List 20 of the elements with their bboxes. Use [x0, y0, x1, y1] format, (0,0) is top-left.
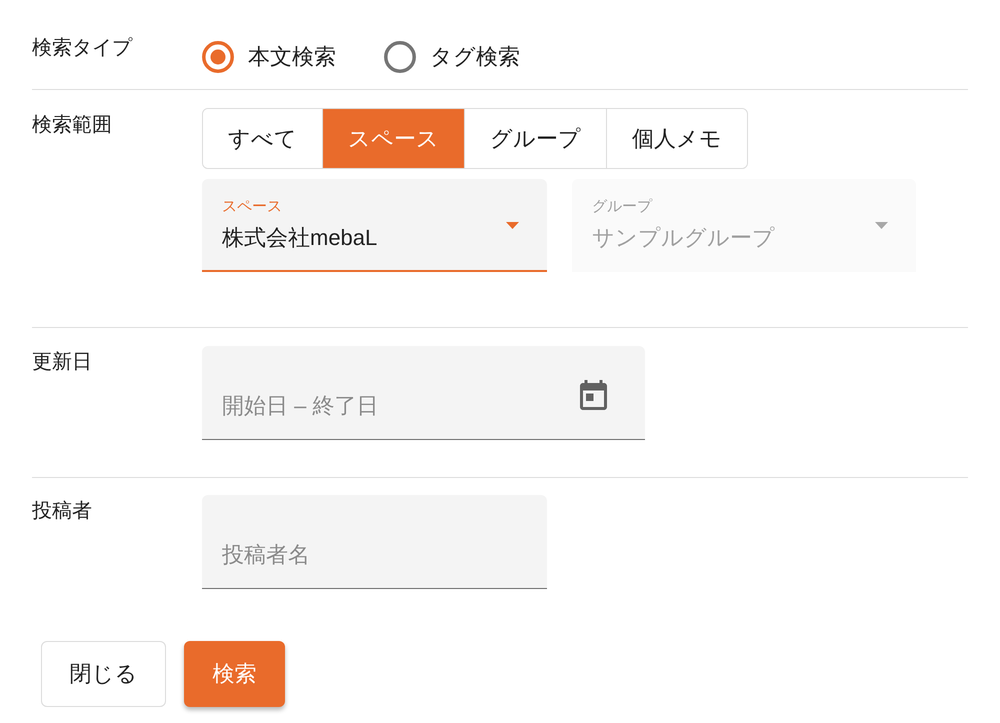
- close-button[interactable]: 閉じる: [41, 641, 166, 707]
- caret-icon: [506, 222, 519, 229]
- radio-option[interactable]: タグ検索: [384, 41, 520, 73]
- row-label: 更新日: [32, 350, 92, 375]
- row-label: 検索範囲: [32, 113, 112, 138]
- text-field[interactable]: 投稿者名: [202, 495, 547, 589]
- caret-icon: [875, 222, 888, 229]
- field-label: スペース: [222, 197, 282, 217]
- field-label: グループ: [592, 197, 652, 217]
- toggle-button[interactable]: 個人メモ: [606, 109, 747, 168]
- row-label: 投稿者: [32, 499, 92, 524]
- radio-option[interactable]: 本文検索: [202, 41, 336, 73]
- radio-icon[interactable]: [384, 41, 416, 73]
- radio-icon[interactable]: [202, 41, 234, 73]
- select-value: サンプルグループ: [592, 224, 775, 252]
- date-range-field[interactable]: 開始日 – 終了日: [202, 346, 645, 440]
- select-value: 株式会社mebaL: [222, 224, 378, 252]
- row-label: 検索タイプ: [32, 36, 132, 61]
- calendar-icon[interactable]: [580, 380, 607, 410]
- select-field[interactable]: スペース 株式会社mebaL: [202, 179, 547, 272]
